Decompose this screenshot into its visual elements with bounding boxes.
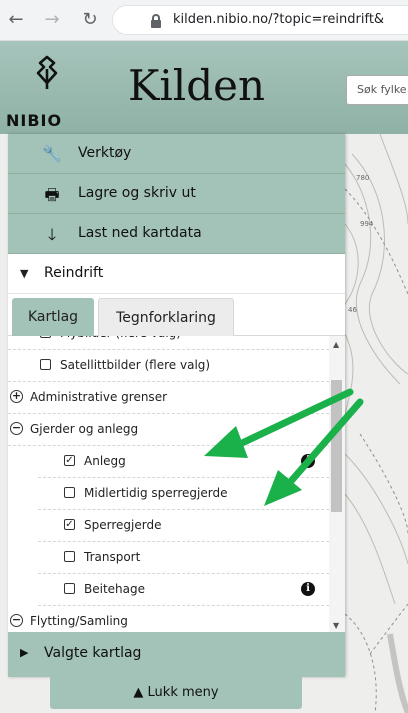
checkbox-icon[interactable] <box>40 336 51 338</box>
search-input[interactable]: Søk fylke <box>346 75 408 105</box>
lock-icon <box>151 14 161 28</box>
menu-item-download[interactable]: 🡓 Last ned kartdata <box>8 214 345 254</box>
layer-row[interactable]: + Administrative grenser <box>8 382 329 414</box>
menu-item-label: Lagre og skriv ut <box>78 185 196 201</box>
layer-label: Administrative grenser <box>30 390 168 404</box>
menu-item-save-print[interactable]: 🖶 Lagre og skriv ut <box>8 174 345 214</box>
layer-row[interactable]: Flybilder (flere valg) <box>8 336 329 350</box>
tab-tegnforklaring[interactable]: Tegnforklaring <box>98 298 234 336</box>
layer-label: Transport <box>84 550 141 564</box>
checkbox-checked-icon[interactable]: ✓ <box>64 455 75 466</box>
printer-icon: 🖶 <box>44 185 60 204</box>
layer-row[interactable]: − Flytting/Samling <box>8 606 329 632</box>
collapse-circle-icon[interactable]: − <box>10 422 23 435</box>
info-icon[interactable]: i <box>301 454 315 468</box>
caret-right-icon: ▶ <box>20 646 29 659</box>
layer-label: Beitehage <box>84 582 145 596</box>
layer-row[interactable]: Beitehage i <box>8 574 329 606</box>
layer-row[interactable]: Satellittbilder (flere valg) <box>8 350 329 382</box>
layer-label: Anlegg <box>84 454 126 468</box>
download-arrow-icon: 🡓 <box>47 225 57 244</box>
caret-down-icon: ▼ <box>20 267 29 280</box>
layer-tree: Flybilder (flere valg) Satellittbilder (f… <box>8 336 329 632</box>
checkbox-icon[interactable] <box>40 359 51 370</box>
section-selected-layers[interactable]: ▶ Valgte kartlag <box>8 632 345 677</box>
browser-toolbar: ← → ↻ kilden.nibio.no/?topic=reindrift& <box>0 0 408 41</box>
tab-kartlag[interactable]: Kartlag <box>12 298 94 336</box>
layer-label: Gjerder og anlegg <box>30 422 139 436</box>
side-menu: 🔧 Verktøy 🖶 Lagre og skriv ut 🡓 Last ned… <box>8 134 345 677</box>
map-elevation-label: 46 <box>348 306 357 314</box>
layer-label: Flytting/Samling <box>30 614 128 628</box>
layer-row[interactable]: − Gjerder og anlegg <box>8 414 329 446</box>
wrench-icon: 🔧 <box>42 144 62 163</box>
layer-row[interactable]: Midlertidig sperregjerde <box>8 478 329 510</box>
scroll-thumb[interactable] <box>331 380 342 512</box>
layer-row[interactable]: Transport <box>8 542 329 574</box>
nibio-logo-icon <box>36 55 58 89</box>
logo-text: NIBIO <box>6 111 63 130</box>
site-header: NIBIO Kilden Søk fylke <box>0 41 408 134</box>
checkbox-icon[interactable] <box>64 583 75 594</box>
section-label: Valgte kartlag <box>44 645 142 661</box>
reload-icon[interactable]: ↻ <box>78 8 102 32</box>
layer-row[interactable]: ✓ Anlegg i <box>8 446 329 478</box>
scroll-down-icon[interactable]: ▼ <box>333 621 339 630</box>
section-label: Reindrift <box>44 265 104 281</box>
layer-tabs: Kartlag Tegnforklaring <box>8 294 345 336</box>
site-title[interactable]: Kilden <box>128 61 265 110</box>
layer-label: Midlertidig sperregjerde <box>84 486 228 500</box>
layer-label: Satellittbilder (flere valg) <box>60 358 211 372</box>
menu-item-tools[interactable]: 🔧 Verktøy <box>8 134 345 174</box>
layer-tree-scrollbar[interactable]: ▲ ▼ <box>329 336 345 632</box>
layer-label: Sperregjerde <box>84 518 162 532</box>
collapse-circle-icon[interactable]: − <box>10 614 23 627</box>
map-elevation-label: 780 <box>356 174 370 182</box>
checkbox-icon[interactable] <box>64 487 75 498</box>
info-icon[interactable]: i <box>301 582 315 596</box>
layer-row[interactable]: ✓ Sperregjerde <box>8 510 329 542</box>
url-text: kilden.nibio.no/?topic=reindrift& <box>173 12 385 27</box>
scroll-up-icon[interactable]: ▲ <box>333 340 339 349</box>
checkbox-checked-icon[interactable]: ✓ <box>64 519 75 530</box>
layer-label: Flybilder (flere valg) <box>60 336 181 340</box>
checkbox-icon[interactable] <box>64 551 75 562</box>
section-reindrift[interactable]: ▼ Reindrift <box>8 254 345 294</box>
address-bar[interactable]: kilden.nibio.no/?topic=reindrift& <box>112 5 408 35</box>
expand-circle-icon[interactable]: + <box>10 390 23 403</box>
forward-arrow-icon[interactable]: → <box>40 8 64 32</box>
map-elevation-label: 994 <box>360 220 374 228</box>
menu-item-label: Last ned kartdata <box>78 225 202 241</box>
back-arrow-icon[interactable]: ← <box>4 8 28 32</box>
menu-item-label: Verktøy <box>78 145 132 161</box>
close-menu-button[interactable]: ▲ Lukk meny <box>50 677 302 709</box>
